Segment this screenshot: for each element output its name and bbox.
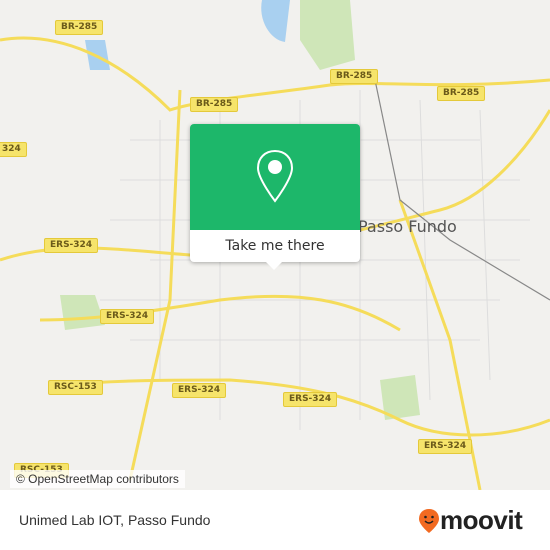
popup-header: [190, 124, 360, 230]
road-shield: BR-285: [55, 20, 104, 35]
location-pin-icon: [256, 149, 294, 203]
road-shield: RSC-153: [48, 380, 103, 395]
road-shield: ERS-324: [44, 238, 99, 253]
road-shield: ERS-324: [283, 392, 338, 407]
road-shield: BR-285: [190, 97, 239, 112]
popup-pointer: [266, 262, 282, 270]
road-shield: 324: [0, 142, 27, 157]
moovit-pin-icon: [419, 508, 439, 533]
moovit-wordmark: moovit: [440, 505, 523, 535]
road-shield: BR-285: [330, 69, 379, 84]
take-me-there-button[interactable]: Take me there: [190, 230, 360, 262]
road-shield: BR-285: [437, 86, 486, 101]
attribution[interactable]: © OpenStreetMap contributors: [10, 470, 185, 488]
city-label: Passo Fundo: [358, 217, 457, 236]
road-shield: ERS-324: [172, 383, 227, 398]
moovit-logo[interactable]: moovit: [418, 505, 523, 536]
place-title: Unimed Lab IOT, Passo Fundo: [19, 512, 211, 528]
road-shield: ERS-324: [418, 439, 473, 454]
location-popup: Take me there: [190, 124, 360, 270]
road-shield: ERS-324: [100, 309, 155, 324]
